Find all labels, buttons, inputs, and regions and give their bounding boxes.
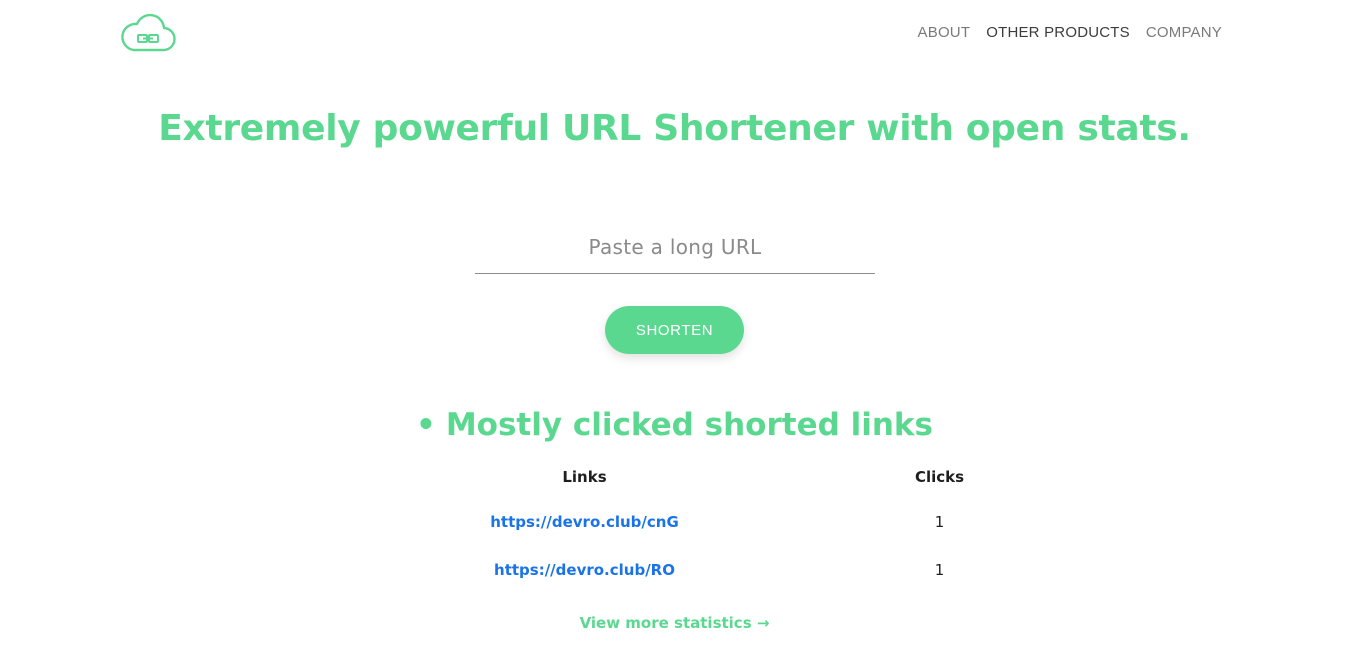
- column-header-clicks: Clicks: [914, 468, 965, 486]
- clicks-cell: 1: [934, 561, 945, 579]
- short-link[interactable]: https://devro.club/RO: [494, 561, 675, 579]
- long-url-input[interactable]: [475, 220, 875, 274]
- table-row: https://devro.club/RO 1: [407, 546, 1117, 594]
- top-nav: ABOUT OTHER PRODUCTS COMPANY: [918, 24, 1222, 41]
- section-title-text: Mostly clicked shorted links: [445, 407, 933, 443]
- nav-other-products[interactable]: OTHER PRODUCTS: [986, 24, 1130, 41]
- link-cell: https://devro.club/RO: [407, 546, 762, 594]
- view-more-statistics-link[interactable]: View more statistics →: [0, 614, 1349, 632]
- bullet-glyph: •: [416, 407, 436, 443]
- cloud-link-icon[interactable]: [119, 13, 177, 53]
- links-table: Links Clicks https://devro.club/cnG 1 ht…: [407, 456, 1117, 594]
- table-header-row: Links Clicks: [407, 456, 1117, 498]
- table-row: https://devro.club/cnG 1: [407, 498, 1117, 546]
- shorten-button[interactable]: SHORTEN: [605, 306, 744, 354]
- page: ABOUT OTHER PRODUCTS COMPANY Extremely p…: [0, 0, 1349, 657]
- short-link[interactable]: https://devro.club/cnG: [490, 513, 679, 531]
- clicks-cell: 1: [934, 513, 945, 531]
- page-headline: Extremely powerful URL Shortener with op…: [158, 108, 1191, 149]
- column-header-links: Links: [562, 468, 607, 486]
- nav-about[interactable]: ABOUT: [918, 24, 971, 41]
- section-title: • Mostly clicked shorted links: [0, 407, 1349, 443]
- link-cell: https://devro.club/cnG: [407, 498, 762, 546]
- nav-company[interactable]: COMPANY: [1146, 24, 1222, 41]
